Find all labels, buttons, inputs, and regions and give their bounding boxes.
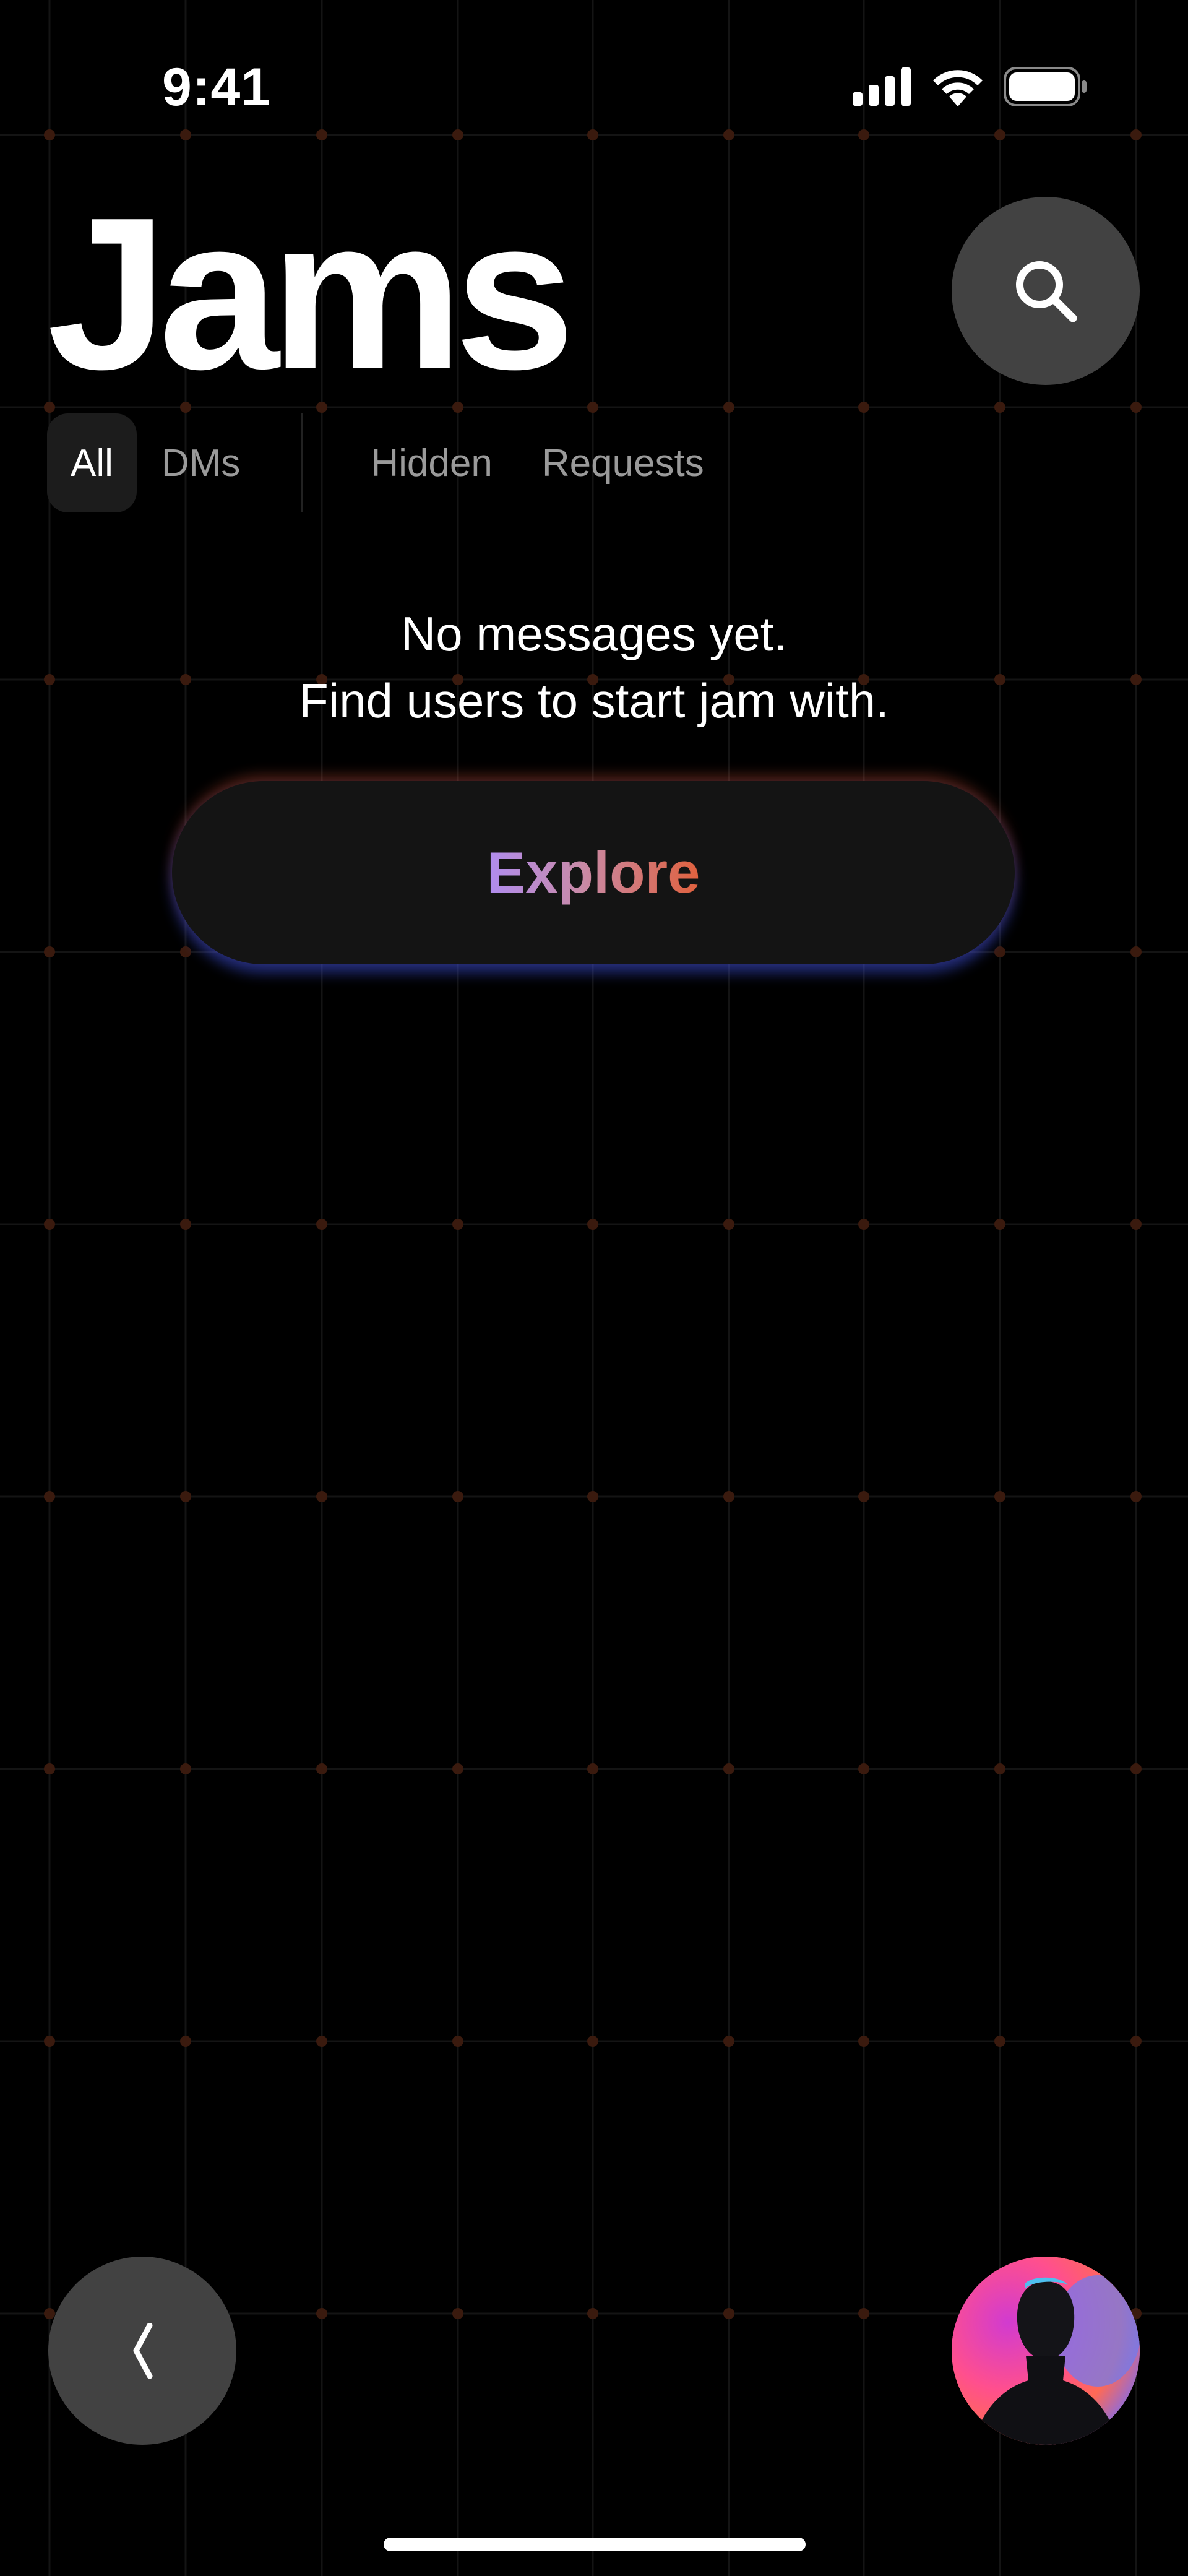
grid-dot — [180, 946, 191, 957]
grid-dot — [994, 2036, 1005, 2047]
grid-dot — [452, 2308, 463, 2319]
grid-dot — [452, 2036, 463, 2047]
grid-dot — [316, 1763, 327, 1774]
tab-all[interactable]: All — [47, 413, 137, 512]
explore-button-label: Explore — [486, 840, 700, 905]
page-title: Jams — [47, 173, 575, 415]
status-icons — [853, 67, 1088, 106]
grid-dot — [858, 402, 869, 413]
grid-dot — [723, 402, 734, 413]
grid-dot — [316, 1491, 327, 1502]
jams-screen: 9:41 Jams All DMs Hidden Requests No mes… — [0, 0, 1188, 2576]
grid-dot — [994, 402, 1005, 413]
explore-button[interactable]: Explore — [172, 781, 1015, 964]
grid-dot — [858, 129, 869, 140]
empty-state-message: No messages yet. Find users to start jam… — [0, 600, 1188, 734]
grid-dot — [44, 129, 55, 140]
grid-dot — [44, 1763, 55, 1774]
grid-dot — [316, 2036, 327, 2047]
grid-dot — [587, 2036, 598, 2047]
grid-dot — [1130, 402, 1142, 413]
filter-tabs: All DMs Hidden Requests — [47, 413, 729, 512]
grid-dot — [587, 1763, 598, 1774]
grid-dot — [44, 946, 55, 957]
search-button[interactable] — [952, 197, 1140, 385]
grid-dot — [180, 129, 191, 140]
status-time: 9:41 — [162, 58, 272, 117]
grid-dot — [44, 1219, 55, 1230]
grid-dot — [858, 2036, 869, 2047]
grid-dot — [858, 1491, 869, 1502]
grid-dot — [44, 1491, 55, 1502]
grid-dot — [44, 2036, 55, 2047]
grid-dot — [1130, 1763, 1142, 1774]
grid-dot — [180, 1219, 191, 1230]
grid-dot — [316, 1219, 327, 1230]
grid-dot — [44, 2308, 55, 2319]
grid-dot — [723, 1491, 734, 1502]
grid-dot — [587, 1219, 598, 1230]
grid-dot — [858, 2308, 869, 2319]
grid-dot — [723, 129, 734, 140]
empty-state-line-1: No messages yet. — [400, 607, 788, 661]
avatar-figure — [952, 2257, 1140, 2445]
back-button[interactable] — [48, 2257, 236, 2445]
tab-requests[interactable]: Requests — [517, 413, 729, 512]
grid-dot — [316, 129, 327, 140]
grid-dot — [1130, 2036, 1142, 2047]
grid-dot — [994, 1219, 1005, 1230]
cellular-signal-icon — [853, 67, 911, 106]
grid-dot — [723, 2308, 734, 2319]
grid-dot — [452, 1491, 463, 1502]
tab-divider — [301, 413, 303, 512]
tab-dms[interactable]: DMs — [137, 413, 265, 512]
grid-dot — [994, 1491, 1005, 1502]
grid-dot — [1130, 1219, 1142, 1230]
empty-state-line-2: Find users to start jam with. — [299, 673, 889, 728]
grid-dot — [587, 129, 598, 140]
home-indicator — [384, 2538, 806, 2551]
wifi-icon — [933, 70, 983, 106]
grid-dot — [723, 1763, 734, 1774]
tab-hidden[interactable]: Hidden — [346, 413, 517, 512]
grid-dot — [994, 946, 1005, 957]
grid-dot — [452, 1763, 463, 1774]
search-icon — [1016, 261, 1077, 322]
grid-dot — [180, 2036, 191, 2047]
grid-dot — [587, 2308, 598, 2319]
chevron-left-icon — [133, 2323, 153, 2379]
battery-icon — [1004, 67, 1087, 106]
user-avatar[interactable] — [952, 2257, 1140, 2445]
grid-dot — [858, 1219, 869, 1230]
grid-dot — [858, 1763, 869, 1774]
grid-dot — [180, 1491, 191, 1502]
grid-dot — [587, 1491, 598, 1502]
grid-dot — [1130, 1491, 1142, 1502]
grid-dot — [180, 1763, 191, 1774]
grid-dot — [1130, 946, 1142, 957]
grid-dot — [723, 1219, 734, 1230]
grid-dot — [723, 2036, 734, 2047]
grid-dot — [994, 129, 1005, 140]
grid-dot — [452, 1219, 463, 1230]
grid-dot — [587, 402, 598, 413]
grid-dot — [316, 2308, 327, 2319]
grid-dot — [994, 1763, 1005, 1774]
grid-dot — [1130, 129, 1142, 140]
grid-dot — [452, 129, 463, 140]
